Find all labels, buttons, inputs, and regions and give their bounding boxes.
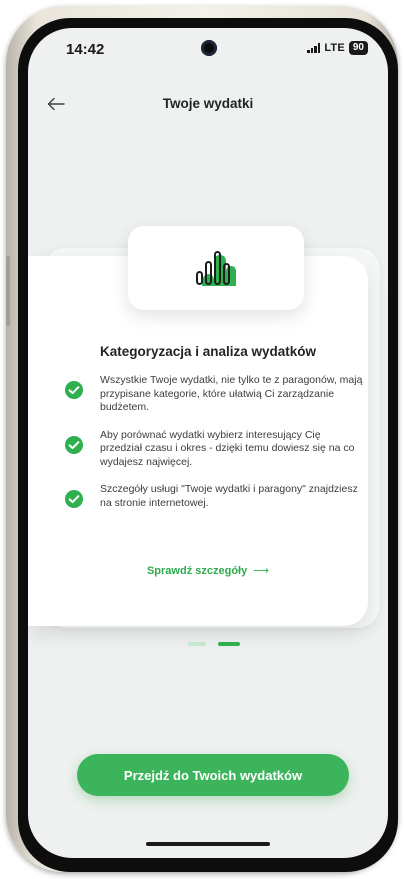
page-dot-2-active[interactable]	[218, 642, 240, 646]
go-to-expenses-button[interactable]: Przejdź do Twoich wydatków	[77, 754, 349, 796]
details-link[interactable]: Sprawdź szczegóły ⟶	[28, 564, 388, 577]
page-indicator	[188, 642, 240, 646]
status-bar: 14:42 LTE 90	[28, 28, 388, 68]
battery-icon: 90	[348, 41, 368, 55]
status-time: 14:42	[66, 41, 105, 58]
icon-tile	[128, 226, 304, 310]
app-header: Twoje wydatki	[28, 86, 388, 126]
feature-text: Szczegóły usługi "Twoje wydatki i parago…	[100, 483, 358, 509]
bar-chart-icon	[196, 251, 236, 286]
app-screen: 14:42 LTE 90 Twoje wydatki Kategoryzacja…	[28, 28, 388, 858]
signal-icon	[307, 43, 321, 53]
feature-text: Wszystkie Twoje wydatki, nie tylko te z …	[100, 374, 363, 413]
network-label: LTE	[324, 42, 345, 54]
home-indicator[interactable]	[146, 842, 270, 846]
feature-item: Aby porównać wydatki wybierz interesując…	[64, 429, 364, 470]
front-camera	[201, 40, 217, 56]
status-indicators: LTE 90	[307, 41, 368, 55]
check-circle-icon	[65, 381, 83, 399]
check-circle-icon	[65, 435, 83, 454]
details-link-label: Sprawdź szczegóły	[146, 565, 248, 577]
page-dot-1[interactable]	[188, 642, 206, 646]
feature-item: Wszystkie Twoje wydatki, nie tylko te z …	[64, 374, 364, 415]
screenshot-stage: 14:42 LTE 90 Twoje wydatki Kategoryzacja…	[0, 0, 404, 879]
feature-text: Aby porównać wydatki wybierz interesując…	[100, 428, 355, 468]
feature-item: Szczegóły usługi "Twoje wydatki i parago…	[64, 483, 364, 523]
arrow-right-icon: ⟶	[253, 565, 270, 577]
check-circle-icon	[65, 490, 83, 508]
card-heading: Kategoryzacja i analiza wydatków	[99, 344, 317, 359]
page-title: Twoje wydatki	[162, 96, 254, 111]
feature-list: Wszystkie Twoje wydatki, nie tylko te z …	[64, 374, 364, 537]
side-button	[6, 256, 10, 326]
